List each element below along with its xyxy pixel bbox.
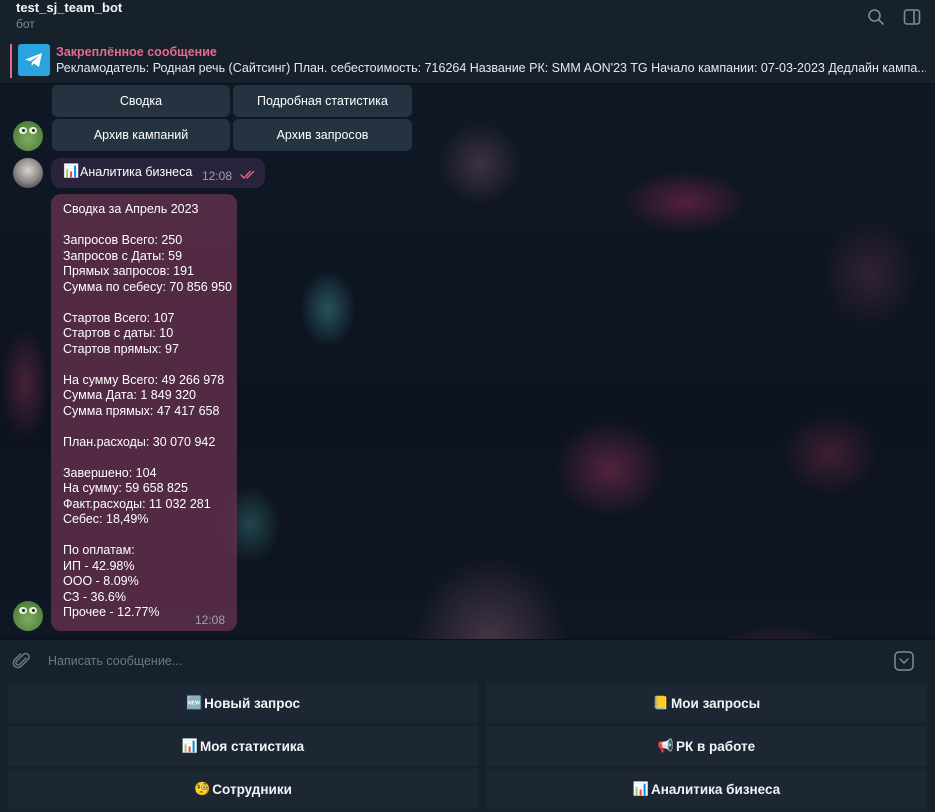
reply-keyboard: 🆕 Новый запрос 📒 Мои запросы 📊 Моя стати… xyxy=(0,681,935,812)
detailed-stats-inline-button[interactable]: Подробная статистика xyxy=(233,85,412,117)
attach-icon[interactable] xyxy=(12,651,32,671)
new-request-button[interactable]: 🆕 Новый запрос xyxy=(8,683,478,723)
ledger-icon: 📒 xyxy=(652,695,670,711)
message-time: 12:08 xyxy=(202,169,233,183)
message-line: Запросов Всего: 250 xyxy=(63,233,183,247)
outgoing-message-text: Аналитика бизнеса xyxy=(80,165,193,179)
employees-button[interactable]: 🧐 Сотрудники xyxy=(8,769,478,809)
message-line: План.расходы: 30 070 942 xyxy=(63,434,216,449)
chat-status: бот xyxy=(16,17,35,31)
bar-chart-icon: 📊 xyxy=(63,164,80,179)
my-requests-button[interactable]: 📒 Мои запросы xyxy=(486,683,927,723)
message-line: Сумма прямых: 47 417 658 xyxy=(63,403,220,418)
message-line: Сумма по себесу: 70 856 950 xyxy=(63,279,232,294)
message-line: Сумма Дата: 1 849 320 xyxy=(63,388,196,402)
message-line: Себес: 18,49% xyxy=(63,512,149,526)
message-line: Прямых запросов: 191 xyxy=(63,264,195,278)
summary-inline-button[interactable]: Сводка xyxy=(52,85,230,117)
user-avatar[interactable] xyxy=(13,158,43,188)
chat-background: Сводка Подробная статистика Архив кампан… xyxy=(0,84,935,639)
message-line: На сумму Всего: 49 266 978 xyxy=(63,372,225,387)
message-time: 12:08 xyxy=(195,613,226,627)
search-icon[interactable] xyxy=(866,7,886,27)
keyboard-toggle-icon[interactable] xyxy=(893,650,915,672)
loudspeaker-icon: 📢 xyxy=(657,738,674,754)
pinned-message[interactable]: Закреплённое сообщение Рекламодатель: Ро… xyxy=(0,40,935,84)
sidebar-toggle-icon[interactable] xyxy=(902,7,922,27)
my-stats-button[interactable]: 📊 Моя статистика xyxy=(8,726,478,766)
message-line: Запросов с Даты: 59 xyxy=(63,248,183,263)
request-archive-inline-button[interactable]: Архив запросов xyxy=(233,119,412,151)
message-line: Завершено: 104 xyxy=(63,465,157,480)
message-line: Стартов с даты: 10 xyxy=(63,326,174,340)
message-line: ИП - 42.98% xyxy=(63,558,135,573)
bot-avatar[interactable] xyxy=(13,601,43,631)
business-analytics-button[interactable]: 📊 Аналитика бизнеса xyxy=(486,769,927,809)
message-line: На сумму: 59 658 825 xyxy=(63,481,188,495)
double-check-icon xyxy=(240,170,255,180)
message-line: Сводка за Апрель 2023 xyxy=(63,202,199,216)
incoming-message[interactable]: Сводка за Апрель 2023 Запросов Всего: 250… xyxy=(51,194,237,631)
message-line: СЗ - 36.6% xyxy=(63,589,126,604)
message-line: Стартов Всего: 107 xyxy=(63,310,175,325)
rk-in-work-button[interactable]: 📢 РК в работе xyxy=(486,726,927,766)
outgoing-message[interactable]: 📊 Аналитика бизнеса 12:08 xyxy=(51,158,265,188)
bar-chart-icon: 📊 xyxy=(632,781,649,797)
message-line: ООО - 8.09% xyxy=(63,574,139,588)
bot-avatar[interactable] xyxy=(13,121,43,151)
pinned-accent-bar xyxy=(10,44,12,78)
bar-chart-icon: 📊 xyxy=(181,738,198,754)
campaign-archive-inline-button[interactable]: Архив кампаний xyxy=(52,119,230,151)
message-line: Стартов прямых: 97 xyxy=(63,341,179,356)
chat-header: test_sj_team_bot бот xyxy=(0,0,935,40)
message-line: По оплатам: xyxy=(63,543,135,557)
message-input[interactable]: Написать сообщение... xyxy=(48,654,182,668)
pinned-text: Рекламодатель: Родная речь (Сайтсинг) Пл… xyxy=(56,61,926,75)
chat-title[interactable]: test_sj_team_bot xyxy=(16,0,122,15)
telegram-logo-icon xyxy=(18,44,50,76)
message-line: Факт.расходы: 11 032 281 xyxy=(63,496,211,511)
new-icon: 🆕 xyxy=(185,695,203,711)
monocle-face-icon: 🧐 xyxy=(194,781,211,797)
pinned-title: Закреплённое сообщение xyxy=(56,45,217,59)
message-input-bar: Написать сообщение... xyxy=(0,639,935,681)
incoming-message-text: Сводка за Апрель 2023 Запросов Всего: 250… xyxy=(63,202,232,621)
